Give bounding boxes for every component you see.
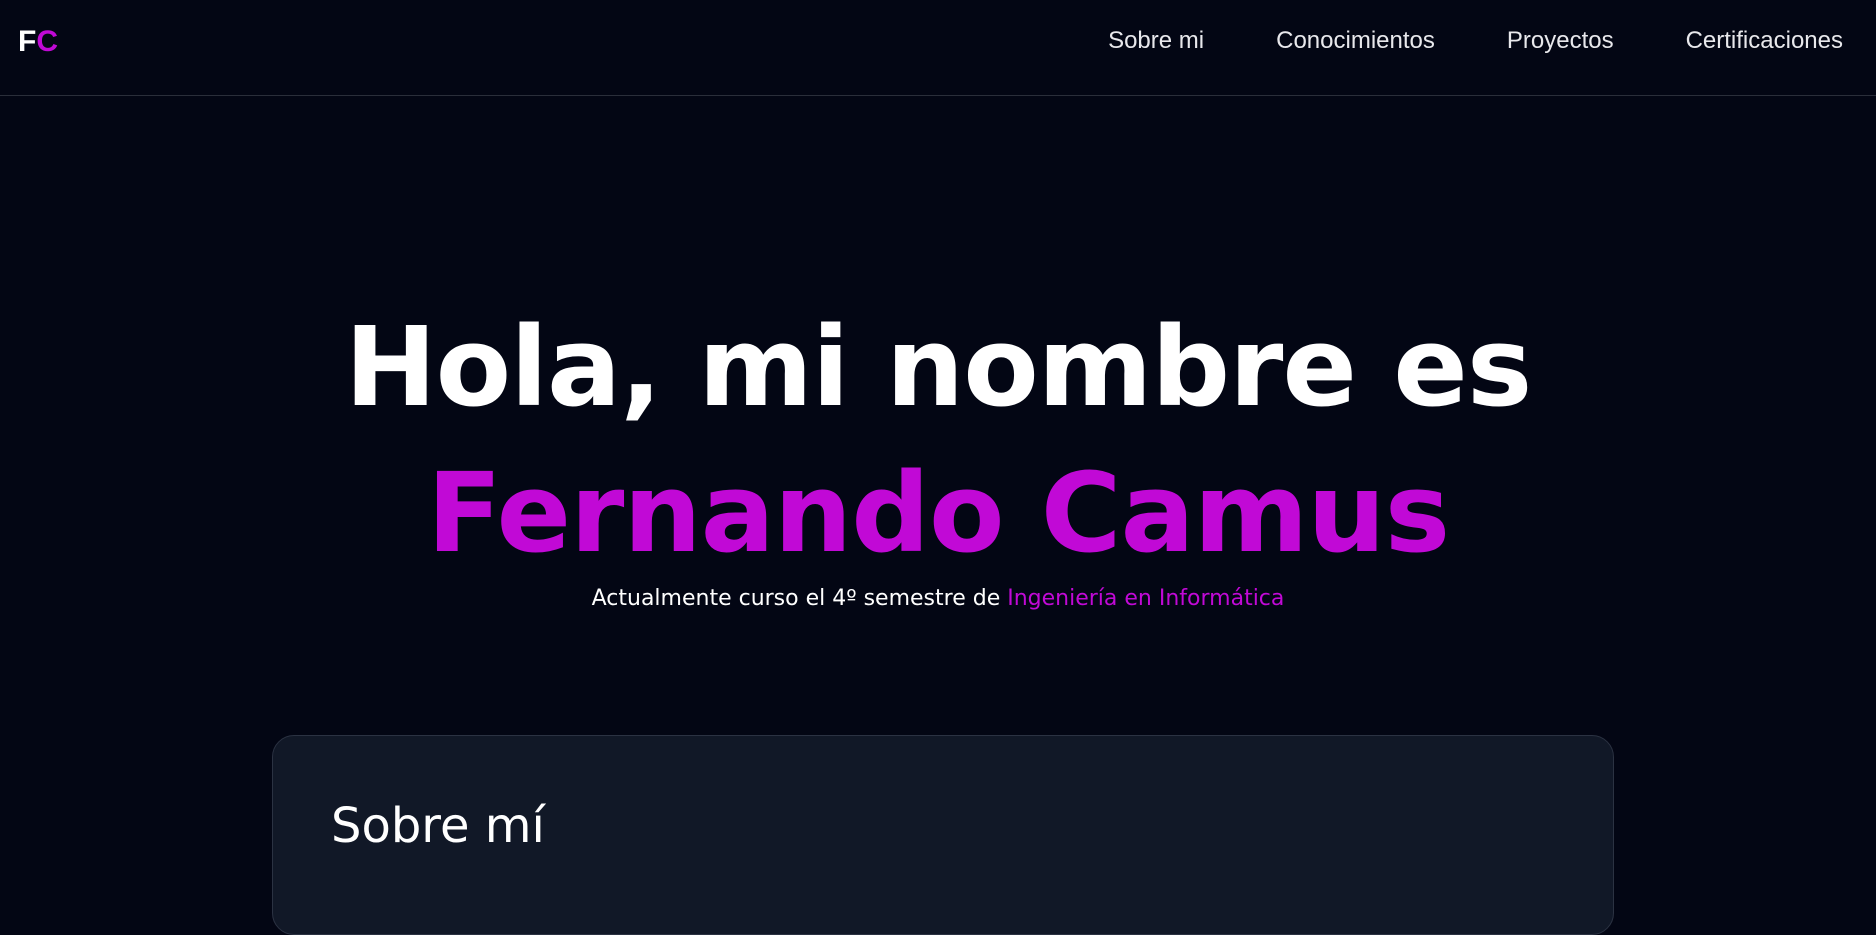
- about-card: Sobre mí: [272, 735, 1614, 935]
- nav-link-proyectos[interactable]: Proyectos: [1507, 24, 1614, 58]
- logo[interactable]: FC: [18, 24, 58, 60]
- hero-greeting: Hola, mi nombre es: [344, 303, 1533, 431]
- hero-name: Fernando Camus: [426, 449, 1450, 577]
- about-title: Sobre mí: [331, 798, 545, 854]
- nav-link-certificaciones[interactable]: Certificaciones: [1686, 24, 1843, 58]
- hero-subtitle-degree: Ingeniería en Informática: [1007, 586, 1285, 611]
- logo-letter-c: C: [36, 25, 58, 58]
- hero-subtitle-text: Actualmente curso el 4º semestre de: [591, 586, 1008, 611]
- nav-menu: Sobre mi Conocimientos Proyectos Certifi…: [1108, 24, 1843, 58]
- navbar: FC Sobre mi Conocimientos Proyectos Cert…: [0, 0, 1876, 96]
- hero-subtitle: Actualmente curso el 4º semestre de Inge…: [0, 583, 1876, 615]
- logo-letter-f: F: [18, 25, 37, 58]
- nav-link-sobre-mi[interactable]: Sobre mi: [1108, 24, 1204, 58]
- nav-link-conocimientos[interactable]: Conocimientos: [1276, 24, 1435, 58]
